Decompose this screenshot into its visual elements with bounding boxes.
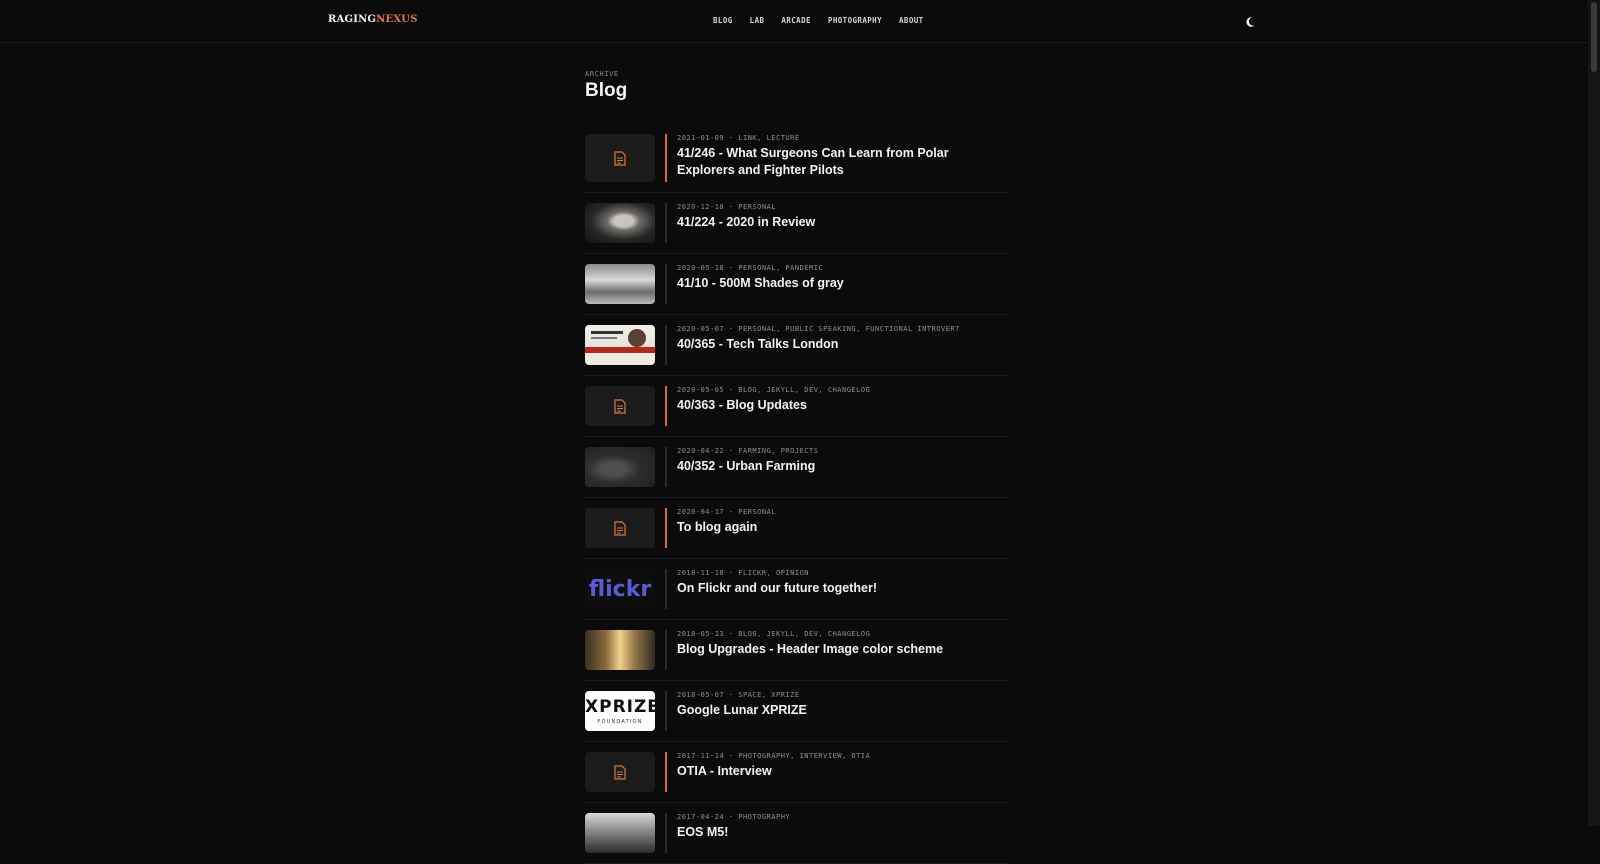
section-eyebrow: ARCHIVE: [585, 70, 619, 78]
post-title[interactable]: EOS M5!: [677, 824, 1009, 841]
post-title[interactable]: 41/224 - 2020 in Review: [677, 214, 1009, 231]
page-scrollbar[interactable]: [1588, 0, 1600, 826]
post-title[interactable]: Blog Upgrades - Header Image color schem…: [677, 641, 1009, 658]
post-meta: 2020-04-22 · FARMING, PROJECTS: [677, 447, 819, 455]
post-divider: [665, 203, 667, 243]
post-item[interactable]: 2017-11-14 · PHOTOGRAPHY, INTERVIEW, OTI…: [585, 742, 1007, 803]
portrait-photo-thumbnail: [585, 203, 655, 243]
post-divider: [665, 134, 667, 182]
nav-photography[interactable]: PHOTOGRAPHY: [828, 16, 882, 25]
post-item[interactable]: 2017-04-24 · PHOTOGRAPHY EOS M5!: [585, 803, 1007, 864]
post-divider: [665, 691, 667, 731]
scrollbar-thumb[interactable]: [1591, 2, 1597, 72]
post-thumbnail: [585, 752, 655, 792]
post-divider: [665, 264, 667, 304]
top-navigation-bar: RAGINGNEXUS BLOG LAB ARCADE PHOTOGRAPHY …: [0, 0, 1600, 43]
post-divider: [665, 447, 667, 487]
flickr-logo-text: flickr: [588, 576, 652, 602]
theme-toggle-button[interactable]: [1246, 15, 1258, 27]
post-title[interactable]: 40/363 - Blog Updates: [677, 397, 1009, 414]
post-title[interactable]: 41/10 - 500M Shades of gray: [677, 275, 1009, 292]
logo-part-2: NEXUS: [376, 14, 418, 25]
post-divider: [665, 386, 667, 426]
farm-photo-thumbnail: [585, 447, 655, 487]
post-item[interactable]: 2021-01-09 · LINK, LECTURE 41/246 - What…: [585, 126, 1007, 193]
post-thumbnail: [585, 134, 655, 182]
post-divider: [665, 630, 667, 670]
post-divider: [665, 569, 667, 609]
post-item[interactable]: XPRIZE FOUNDATION 2018-05-07 · SPACE, XP…: [585, 681, 1007, 742]
post-item[interactable]: 2020-05-07 · PERSONAL, PUBLIC SPEAKING, …: [585, 315, 1007, 376]
sunset-photo-thumbnail: [585, 630, 655, 670]
speaker-portrait-icon: [591, 329, 646, 347]
xprize-logo-subtext: FOUNDATION: [597, 719, 643, 725]
post-item[interactable]: flickr 2018-11-18 · FLICKR, OPINION On F…: [585, 559, 1007, 620]
talk-poster-thumbnail: [585, 325, 655, 365]
post-meta: 2021-01-09 · LINK, LECTURE: [677, 134, 800, 142]
post-meta: 2018-05-07 · SPACE, XPRIZE: [677, 691, 800, 699]
site-logo[interactable]: RAGINGNEXUS: [328, 14, 418, 25]
post-item[interactable]: 2020-04-17 · PERSONAL To blog again: [585, 498, 1007, 559]
post-title[interactable]: To blog again: [677, 519, 1009, 536]
post-meta: 2020-05-18 · PERSONAL, PANDEMIC: [677, 264, 824, 272]
post-item[interactable]: 2020-05-05 · BLOG, JEKYLL, DEV, CHANGELO…: [585, 376, 1007, 437]
main-nav: BLOG LAB ARCADE PHOTOGRAPHY ABOUT: [713, 16, 941, 25]
post-title[interactable]: OTIA - Interview: [677, 763, 1009, 780]
post-title[interactable]: On Flickr and our future together!: [677, 580, 1009, 597]
document-icon: [614, 521, 626, 536]
post-meta: 2020-05-07 · PERSONAL, PUBLIC SPEAKING, …: [677, 325, 960, 333]
post-title[interactable]: Google Lunar XPRIZE: [677, 702, 1009, 719]
snow-photo-thumbnail: [585, 264, 655, 304]
camera-photo-thumbnail: [585, 813, 655, 853]
post-item[interactable]: 2020-04-22 · FARMING, PROJECTS 40/352 - …: [585, 437, 1007, 498]
post-meta: 2017-11-14 · PHOTOGRAPHY, INTERVIEW, OTI…: [677, 752, 871, 760]
flickr-logo-thumbnail: flickr: [585, 569, 655, 609]
post-meta: 2020-04-17 · PERSONAL: [677, 508, 777, 516]
document-icon: [614, 399, 626, 414]
post-thumbnail: [585, 508, 655, 548]
moon-icon: [1246, 17, 1255, 27]
document-icon: [614, 765, 626, 780]
post-title[interactable]: 41/246 - What Surgeons Can Learn from Po…: [677, 145, 1009, 179]
xprize-logo-text: XPRIZE: [585, 697, 655, 717]
post-item[interactable]: 2018-05-13 · BLOG, JEKYLL, DEV, CHANGELO…: [585, 620, 1007, 681]
post-meta: 2018-11-18 · FLICKR, OPINION: [677, 569, 810, 577]
post-meta: 2020-12-18 · PERSONAL: [677, 203, 777, 211]
document-icon: [614, 151, 626, 166]
post-list: 2021-01-09 · LINK, LECTURE 41/246 - What…: [585, 126, 1007, 864]
post-meta: 2017-04-24 · PHOTOGRAPHY: [677, 813, 791, 821]
post-title[interactable]: 40/352 - Urban Farming: [677, 458, 1009, 475]
logo-part-1: RAGING: [328, 14, 377, 25]
page-title: Blog: [585, 80, 628, 101]
nav-arcade[interactable]: ARCADE: [781, 16, 811, 25]
post-divider: [665, 508, 667, 548]
nav-about[interactable]: ABOUT: [899, 16, 924, 25]
post-divider: [665, 752, 667, 792]
post-thumbnail: [585, 386, 655, 426]
post-divider: [665, 813, 667, 853]
xprize-logo-thumbnail: XPRIZE FOUNDATION: [585, 691, 655, 731]
post-meta: 2020-05-05 · BLOG, JEKYLL, DEV, CHANGELO…: [677, 386, 871, 394]
post-item[interactable]: 2020-05-18 · PERSONAL, PANDEMIC 41/10 - …: [585, 254, 1007, 315]
post-divider: [665, 325, 667, 365]
nav-blog[interactable]: BLOG: [713, 16, 733, 25]
post-item[interactable]: 2020-12-18 · PERSONAL 41/224 - 2020 in R…: [585, 193, 1007, 254]
post-title[interactable]: 40/365 - Tech Talks London: [677, 336, 1009, 353]
nav-lab[interactable]: LAB: [750, 16, 765, 25]
post-meta: 2018-05-13 · BLOG, JEKYLL, DEV, CHANGELO…: [677, 630, 871, 638]
